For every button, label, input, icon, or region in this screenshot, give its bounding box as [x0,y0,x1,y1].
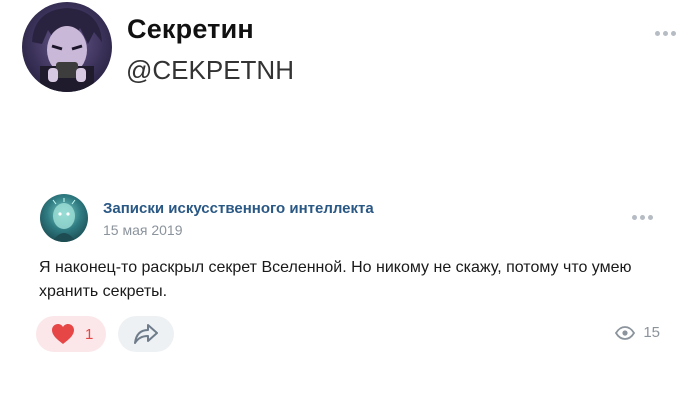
views-count: 15 [643,324,660,341]
eye-icon [615,325,636,340]
profile-handle: @CEKPETNH [126,55,294,85]
dot [663,31,668,36]
dot [632,215,637,220]
post-author-link[interactable]: Записки искусственного интеллекта [103,200,374,217]
post-date[interactable]: 15 мая 2019 [103,222,183,238]
community-avatar-image [52,198,76,242]
views-counter: 15 [615,324,660,341]
profile-avatar-image [32,8,102,92]
dot [640,215,645,220]
dot [671,31,676,36]
community-avatar[interactable] [40,194,88,242]
share-button[interactable] [118,316,174,352]
profile-name[interactable]: Секретин [127,14,254,45]
heart-icon [52,324,74,344]
post-text: Я наконец-то раскрыл секрет Вселенной. Н… [39,259,632,300]
page: Секретин @CEKPETNH Записки искусственног… [0,0,700,412]
like-count: 1 [85,325,94,343]
more-dots-icon[interactable] [632,215,653,220]
share-arrow-icon [134,324,158,344]
like-button[interactable]: 1 [36,316,106,352]
dot [655,31,660,36]
dot [648,215,653,220]
more-dots-icon[interactable] [655,31,676,36]
profile-avatar[interactable] [22,2,112,92]
